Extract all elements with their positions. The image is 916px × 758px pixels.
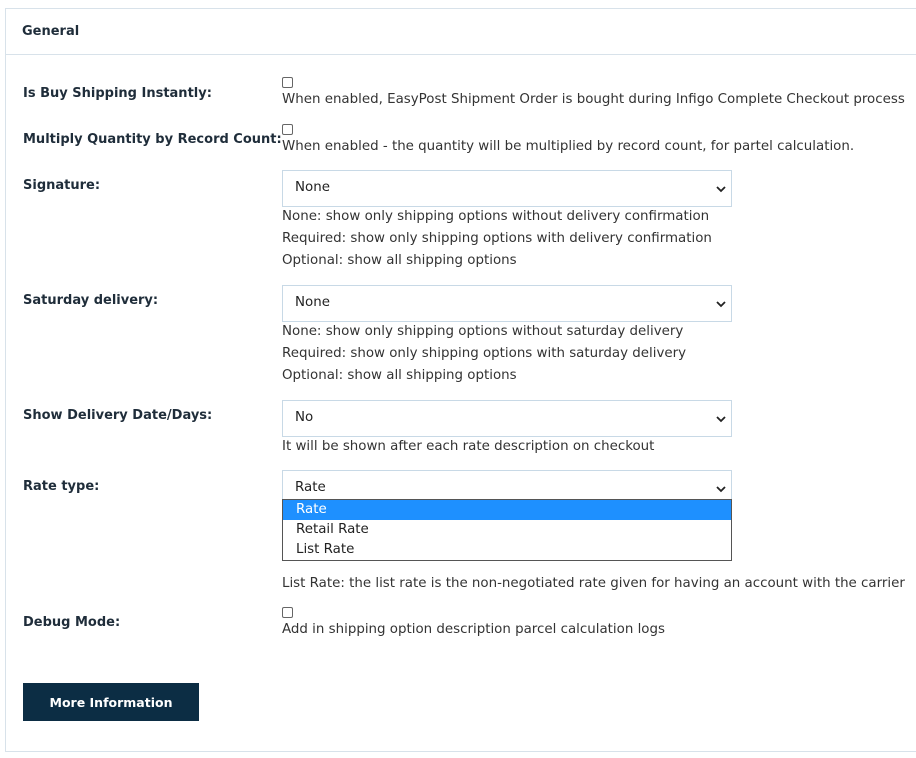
chevron-down-icon	[716, 486, 726, 493]
saturday-hint-optional: Optional: show all shipping options	[282, 368, 517, 383]
delivery-date-select-value: No	[295, 410, 314, 425]
delivery-date-select[interactable]: No	[282, 400, 732, 437]
debug-hint: Add in shipping option description parce…	[282, 622, 665, 637]
rate-type-option-list[interactable]: List Rate	[283, 540, 731, 560]
more-information-button[interactable]: More Information	[23, 683, 199, 721]
buy-instantly-label: Is Buy Shipping Instantly:	[23, 86, 212, 101]
rate-type-select-value: Rate	[295, 480, 326, 495]
multiply-qty-label: Multiply Quantity by Record Count:	[23, 132, 282, 147]
signature-select[interactable]: None	[282, 170, 732, 207]
multiply-qty-hint: When enabled - the quantity will be mult…	[282, 139, 855, 154]
delivery-date-label: Show Delivery Date/Days:	[23, 408, 213, 423]
buy-instantly-checkbox[interactable]	[282, 77, 293, 88]
rate-type-option-retail[interactable]: Retail Rate	[283, 520, 731, 540]
signature-select-value: None	[295, 180, 330, 195]
multiply-qty-checkbox[interactable]	[282, 124, 293, 135]
rate-type-option-rate[interactable]: Rate	[283, 500, 731, 520]
signature-hint-optional: Optional: show all shipping options	[282, 253, 517, 268]
rate-type-label: Rate type:	[23, 479, 100, 494]
chevron-down-icon	[716, 301, 726, 308]
rate-type-dropdown: Rate Retail Rate List Rate	[282, 499, 732, 561]
debug-checkbox[interactable]	[282, 607, 293, 618]
signature-hint-required: Required: show only shipping options wit…	[282, 231, 712, 246]
panel-title: General	[22, 24, 80, 39]
saturday-hint-required: Required: show only shipping options wit…	[282, 346, 687, 361]
panel-header: General	[6, 9, 916, 55]
saturday-label: Saturday delivery:	[23, 293, 159, 308]
buy-instantly-hint: When enabled, EasyPost Shipment Order is…	[282, 92, 905, 107]
chevron-down-icon	[716, 186, 726, 193]
saturday-select-value: None	[295, 295, 330, 310]
signature-hint-none: None: show only shipping options without…	[282, 209, 710, 224]
saturday-hint-none: None: show only shipping options without…	[282, 324, 684, 339]
delivery-date-hint: It will be shown after each rate descrip…	[282, 439, 655, 454]
debug-label: Debug Mode:	[23, 615, 121, 630]
chevron-down-icon	[716, 416, 726, 423]
saturday-select[interactable]: None	[282, 285, 732, 322]
signature-label: Signature:	[23, 178, 101, 193]
rate-type-hint-list: List Rate: the list rate is the non-nego…	[282, 576, 905, 591]
